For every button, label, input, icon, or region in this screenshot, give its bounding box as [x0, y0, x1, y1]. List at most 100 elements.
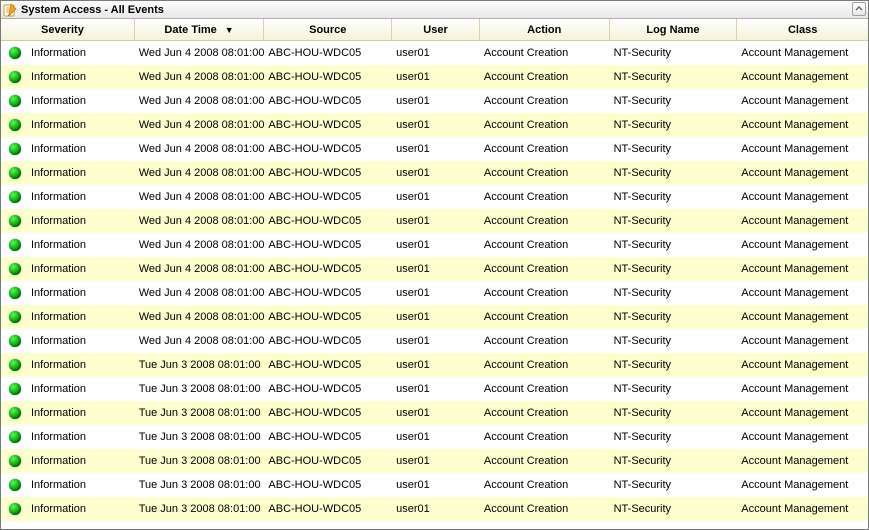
table-row[interactable]: InformationWed Jun 4 2008 08:01:00ABC-HO…: [1, 161, 868, 185]
table-row[interactable]: InformationTue Jun 3 2008 08:01:00ABC-HO…: [1, 497, 868, 521]
cell-datetime: Wed Jun 4 2008 08:01:00: [135, 137, 265, 161]
cell-datetime: Wed Jun 4 2008 08:01:00: [135, 257, 265, 281]
table-row[interactable]: Information Wed Jun 4 2008 08:01:00ABC-HO…: [1, 137, 868, 161]
status-ok-icon: [9, 167, 21, 179]
cell-source: ABC-HOU-WDC05: [264, 137, 392, 161]
cell-severity: Information: [1, 257, 135, 281]
table-row[interactable]: InformationTue Jun 3 2008 08:01:00ABC-HO…: [1, 401, 868, 425]
cell-severity: Information: [1, 281, 135, 305]
severity-label: Information: [31, 215, 86, 227]
cell-source: ABC-HOU-WDC05: [264, 377, 392, 401]
col-header-logname[interactable]: Log Name: [610, 19, 738, 40]
cell-action: Account Creation: [480, 425, 610, 449]
status-ok-icon: [9, 143, 21, 155]
cell-action: Account Creation: [480, 329, 610, 353]
status-ok-icon: [9, 95, 21, 107]
cell-class: Account Management: [737, 65, 868, 89]
cell-logname: NT-Security: [610, 497, 738, 521]
cell-source: ABC-HOU-WDC05: [264, 185, 392, 209]
cell-logname: NT-Security: [610, 113, 738, 137]
cell-user: user01: [392, 353, 480, 377]
table-row[interactable]: InformationWed Jun 4 2008 08:01:00ABC-HO…: [1, 233, 868, 257]
cell-severity: Information: [1, 233, 135, 257]
severity-label: Information: [31, 119, 86, 131]
cell-action: Account Creation: [480, 113, 610, 137]
cell-class: Account Management: [737, 497, 868, 521]
cell-source: ABC-HOU-WDC05: [264, 281, 392, 305]
col-header-user[interactable]: User: [392, 19, 480, 40]
table-row[interactable]: InformationWed Jun 4 2008 08:01:00ABC-HO…: [1, 209, 868, 233]
col-header-severity[interactable]: Severity: [1, 19, 135, 40]
severity-label: Information: [31, 287, 86, 299]
table-row[interactable]: InformationWed Jun 4 2008 08:01:00ABC-HO…: [1, 305, 868, 329]
cell-datetime: Tue Jun 3 2008 08:01:00: [135, 425, 265, 449]
cell-logname: NT-Security: [610, 161, 738, 185]
cell-class: Account Management: [737, 449, 868, 473]
cell-class: Account Management: [737, 41, 868, 65]
status-ok-icon: [9, 239, 21, 251]
cell-datetime: Wed Jun 4 2008 08:01:00: [135, 41, 265, 65]
cell-datetime: Wed Jun 4 2008 08:01:00: [135, 113, 265, 137]
severity-label: Information: [31, 359, 86, 371]
cell-class: Account Management: [737, 209, 868, 233]
cell-action: Account Creation: [480, 161, 610, 185]
severity-label: Information: [31, 143, 86, 155]
cell-action: Account Creation: [480, 305, 610, 329]
table-row[interactable]: InformationWed Jun 4 2008 08:01:00ABC-HO…: [1, 89, 868, 113]
cell-datetime: Tue Jun 3 2008 08:01:00: [135, 353, 265, 377]
cell-action: Account Creation: [480, 41, 610, 65]
cell-action: Account Creation: [480, 185, 610, 209]
cell-datetime: Wed Jun 4 2008 08:01:00: [135, 65, 265, 89]
cell-logname: NT-Security: [610, 281, 738, 305]
table-row[interactable]: InformationWed Jun 4 2008 08:01:00ABC-HO…: [1, 113, 868, 137]
status-ok-icon: [9, 335, 21, 347]
col-header-datetime[interactable]: Date Time ▼: [135, 19, 265, 40]
cell-severity: Information: [1, 497, 135, 521]
table-row[interactable]: InformationWed Jun 4 2008 08:01:00ABC-HO…: [1, 185, 868, 209]
table-row[interactable]: InformationWed Jun 4 2008 08:01:00ABC-HO…: [1, 281, 868, 305]
table-row[interactable]: InformationTue Jun 3 2008 08:01:00ABC-HO…: [1, 377, 868, 401]
col-header-class[interactable]: Class: [737, 19, 868, 40]
table-row[interactable]: InformationWed Jun 4 2008 08:01:00ABC-HO…: [1, 65, 868, 89]
cell-user: user01: [392, 473, 480, 497]
table-row[interactable]: InformationWed Jun 4 2008 08:01:00ABC-HO…: [1, 257, 868, 281]
cell-source: ABC-HOU-WDC05: [264, 305, 392, 329]
cell-source: ABC-HOU-WDC05: [264, 161, 392, 185]
column-headers: Severity Date Time ▼ Source User Action …: [1, 19, 868, 41]
status-ok-icon: [9, 47, 21, 59]
col-header-label: Class: [788, 24, 817, 36]
collapse-button[interactable]: [852, 2, 866, 16]
table-row[interactable]: InformationTue Jun 3 2008 08:01:00ABC-HO…: [1, 473, 868, 497]
table-row[interactable]: InformationTue Jun 3 2008 08:01:00ABC-HO…: [1, 353, 868, 377]
cell-class: Account Management: [737, 425, 868, 449]
table-row[interactable]: InformationWed Jun 4 2008 08:01:00ABC-HO…: [1, 329, 868, 353]
table-row[interactable]: InformationWed Jun 4 2008 08:01:00ABC-HO…: [1, 41, 868, 65]
cell-severity: Information: [1, 161, 135, 185]
cell-severity: Information: [1, 41, 135, 65]
cell-user: user01: [392, 209, 480, 233]
severity-label: Information: [31, 455, 86, 467]
severity-label: Information: [31, 263, 86, 275]
cell-action: Account Creation: [480, 401, 610, 425]
cell-class: Account Management: [737, 89, 868, 113]
cell-datetime: Tue Jun 3 2008 08:01:00: [135, 401, 265, 425]
cell-action: Account Creation: [480, 449, 610, 473]
cell-source: ABC-HOU-WDC05: [264, 209, 392, 233]
cell-logname: NT-Security: [610, 185, 738, 209]
col-header-source[interactable]: Source: [264, 19, 392, 40]
cell-user: user01: [392, 257, 480, 281]
severity-label: Information: [31, 407, 86, 419]
cell-user: user01: [392, 65, 480, 89]
table-row[interactable]: InformationTue Jun 3 2008 08:01:00ABC-HO…: [1, 449, 868, 473]
table-row[interactable]: InformationTue Jun 3 2008 08:01:00ABC-HO…: [1, 425, 868, 449]
col-header-label: Action: [527, 24, 561, 36]
cell-class: Account Management: [737, 473, 868, 497]
col-header-action[interactable]: Action: [480, 19, 610, 40]
status-ok-icon: [9, 287, 21, 299]
cell-action: Account Creation: [480, 497, 610, 521]
grid-body: InformationWed Jun 4 2008 08:01:00ABC-HO…: [1, 41, 868, 521]
severity-label: Information: [31, 311, 86, 323]
status-ok-icon: [9, 455, 21, 467]
cell-action: Account Creation: [480, 137, 610, 161]
status-ok-icon: [9, 263, 21, 275]
